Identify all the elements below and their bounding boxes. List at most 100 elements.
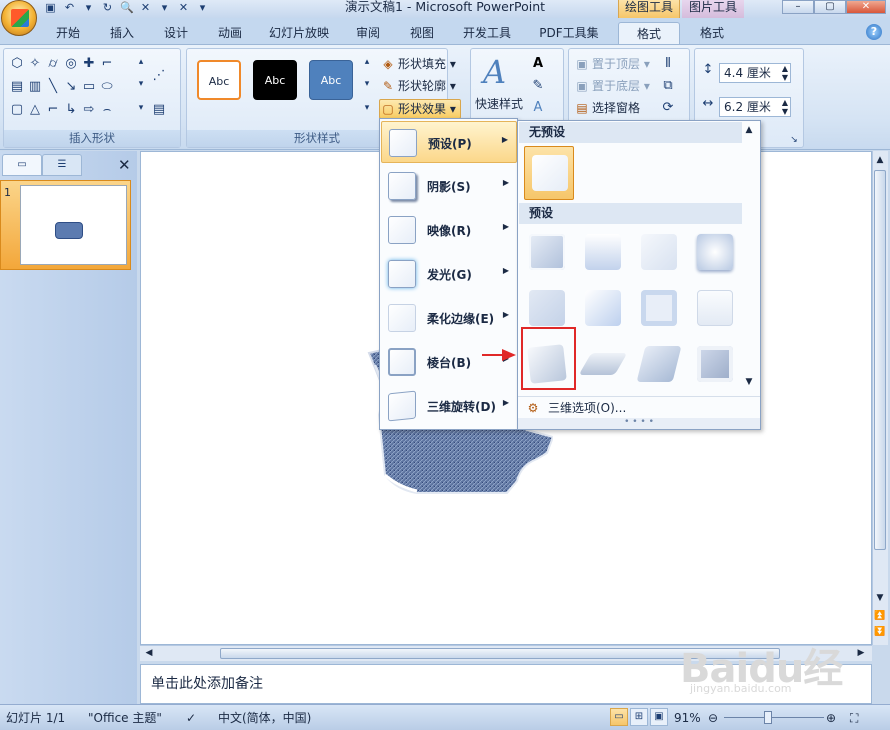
qat-menu-icon[interactable]: ▾ (158, 2, 171, 14)
tab-format-picture[interactable]: 格式 (682, 22, 742, 44)
vertical-scroll-thumb[interactable] (874, 170, 886, 550)
width-spinner-icon[interactable]: ▲ ▼ (782, 98, 788, 116)
gallery-scroll-down-icon[interactable]: ▼ (742, 375, 756, 389)
save-icon[interactable]: ▣ (44, 2, 57, 14)
preset-1[interactable] (524, 229, 570, 275)
text-effects-icon[interactable]: A (531, 101, 545, 115)
tab-review[interactable]: 审阅 (346, 22, 390, 44)
slide-sorter-icon[interactable]: ⊞ (630, 708, 648, 726)
help-icon[interactable]: ? (866, 24, 882, 40)
preset-7[interactable] (636, 285, 682, 331)
preset-10[interactable] (578, 341, 628, 387)
zoom-slider-track[interactable] (724, 717, 824, 718)
customize-qat-icon[interactable]: ▾ (196, 2, 209, 14)
shape-effects-button[interactable]: ▢ 形状效果 ▾ (379, 99, 461, 119)
shape-outline-button[interactable]: ✎ 形状轮廓 ▾ (381, 77, 456, 95)
previous-slide-icon[interactable]: ⏫ (873, 609, 887, 623)
zoom-in-icon[interactable]: ⊕ (826, 707, 836, 729)
scroll-up-icon[interactable]: ▴ (134, 55, 148, 69)
vertical-textbox-icon[interactable]: ▥ (28, 80, 42, 94)
gallery-scrollbar[interactable]: ▲ ▼ (742, 123, 758, 390)
height-input[interactable]: 4.4 厘米 ▲ ▼ (719, 63, 791, 83)
rectangle-shape-icon[interactable]: ▭ (82, 80, 96, 94)
preset-11[interactable] (636, 341, 682, 387)
status-language[interactable]: 中文(简体，中国) (218, 707, 311, 729)
scroll-down-icon[interactable]: ▾ (134, 77, 148, 91)
star-shape-icon[interactable]: ✧ (28, 57, 42, 71)
cylinder-shape-icon[interactable]: ⌭ (46, 57, 60, 71)
menu-item-3d-rotation[interactable]: 三维旋转(D) ▶ (381, 385, 517, 427)
elbow-connector-icon[interactable]: ⌐ (46, 103, 60, 117)
bracket-shape-icon[interactable]: ⌐ (100, 57, 114, 71)
height-spinner-icon[interactable]: ▲ ▼ (782, 64, 788, 82)
send-to-back-button[interactable]: ▣ 置于底层 ▾ (575, 77, 650, 95)
preset-none[interactable] (524, 146, 574, 200)
styles-scroll-down-icon[interactable]: ▾ (360, 77, 374, 91)
group-icon[interactable]: ⧉ (661, 79, 675, 93)
text-outline-icon[interactable]: ✎ (531, 79, 545, 93)
tab-animations[interactable]: 动画 (208, 22, 252, 44)
style-swatch-blue[interactable]: Abc (309, 60, 353, 100)
style-swatch-orange-outline[interactable]: Abc (197, 60, 241, 100)
menu-item-glow[interactable]: 发光(G) ▶ (381, 253, 517, 295)
preset-12[interactable] (692, 341, 738, 387)
style-swatch-black[interactable]: Abc (253, 60, 297, 100)
circle-shape-icon[interactable]: ◎ (64, 57, 78, 71)
scroll-down-arrow-icon[interactable]: ▼ (873, 591, 887, 605)
width-input[interactable]: 6.2 厘米 ▲ ▼ (719, 97, 791, 117)
size-dialog-launcher-icon[interactable]: ↘ (787, 133, 801, 147)
menu-item-preset[interactable]: 预设(P) ▶ (381, 121, 517, 163)
more-shapes-icon[interactable]: ▾ (134, 101, 148, 115)
menu-item-shadow[interactable]: 阴影(S) ▶ (381, 165, 517, 207)
quick-styles-icon[interactable]: A (483, 55, 519, 89)
tab-slide-show[interactable]: 幻灯片放映 (262, 22, 336, 44)
arrow-line-icon[interactable]: ↘ (64, 80, 78, 94)
rotate-icon[interactable]: ⟳ (661, 101, 675, 115)
slides-tab[interactable]: ▭ (2, 154, 42, 176)
tab-pdf-tools[interactable]: PDF工具集 (530, 22, 608, 44)
oval-shape-icon[interactable]: ⬭ (100, 80, 114, 94)
curly-brace-icon[interactable]: ⌢ (100, 103, 114, 117)
close-doc-icon[interactable]: ✕ (177, 2, 190, 14)
styles-more-icon[interactable]: ▾ (360, 101, 374, 115)
tab-home[interactable]: 开始 (46, 22, 90, 44)
hexagon-shape-icon[interactable]: ⬡ (10, 57, 24, 71)
preset-3[interactable] (636, 229, 682, 275)
selection-pane-button[interactable]: ▤ 选择窗格 (575, 99, 640, 117)
tab-format-drawing[interactable]: 格式 (618, 22, 680, 44)
right-arrow-shape-icon[interactable]: ⇨ (82, 103, 96, 117)
normal-view-icon[interactable]: ▭ (610, 708, 628, 726)
preset-4[interactable] (692, 229, 738, 275)
print-preview-icon[interactable]: 🔍 (120, 2, 134, 14)
qat-dropdown-icon[interactable]: ▾ (82, 2, 95, 14)
close-button[interactable]: ✕ (846, 0, 886, 14)
tab-design[interactable]: 设计 (154, 22, 198, 44)
delete-icon[interactable]: ✕ (139, 2, 152, 14)
scroll-up-arrow-icon[interactable]: ▲ (873, 153, 887, 167)
gallery-scroll-up-icon[interactable]: ▲ (742, 123, 756, 137)
menu-item-soft-edges[interactable]: 柔化边缘(E) ▶ (381, 297, 517, 339)
tab-developer[interactable]: 开发工具 (454, 22, 520, 44)
line-shape-icon[interactable]: ╲ (46, 80, 60, 94)
close-panel-icon[interactable]: ✕ (118, 156, 131, 174)
zoom-slider-thumb[interactable] (764, 711, 772, 724)
minimize-button[interactable]: – (782, 0, 814, 14)
styles-scroll-up-icon[interactable]: ▴ (360, 55, 374, 69)
text-fill-icon[interactable]: A (531, 57, 545, 71)
scroll-left-arrow-icon[interactable]: ◀ (142, 646, 156, 660)
zoom-out-icon[interactable]: ⊖ (708, 707, 718, 729)
office-button[interactable] (1, 0, 37, 36)
slide-show-icon[interactable]: ▣ (650, 708, 668, 726)
textbox-shape-icon[interactable]: ▤ (10, 80, 24, 94)
shape-fill-button[interactable]: ◈ 形状填充 ▾ (381, 55, 455, 73)
preset-5[interactable] (524, 285, 570, 331)
quick-styles-button[interactable]: 快速样式 (475, 95, 523, 113)
elbow-arrow-icon[interactable]: ↳ (64, 103, 78, 117)
fit-window-icon[interactable]: ⛶ (850, 707, 858, 729)
tab-view[interactable]: 视图 (400, 22, 444, 44)
3d-options-row[interactable]: ⚙ 三维选项(O)... (518, 396, 760, 418)
maximize-button[interactable]: ▢ (814, 0, 846, 14)
outline-tab[interactable]: ☰ (42, 154, 82, 176)
spell-check-icon[interactable]: ✓ (186, 707, 196, 729)
edit-shape-icon[interactable]: ⋰ (152, 69, 166, 83)
